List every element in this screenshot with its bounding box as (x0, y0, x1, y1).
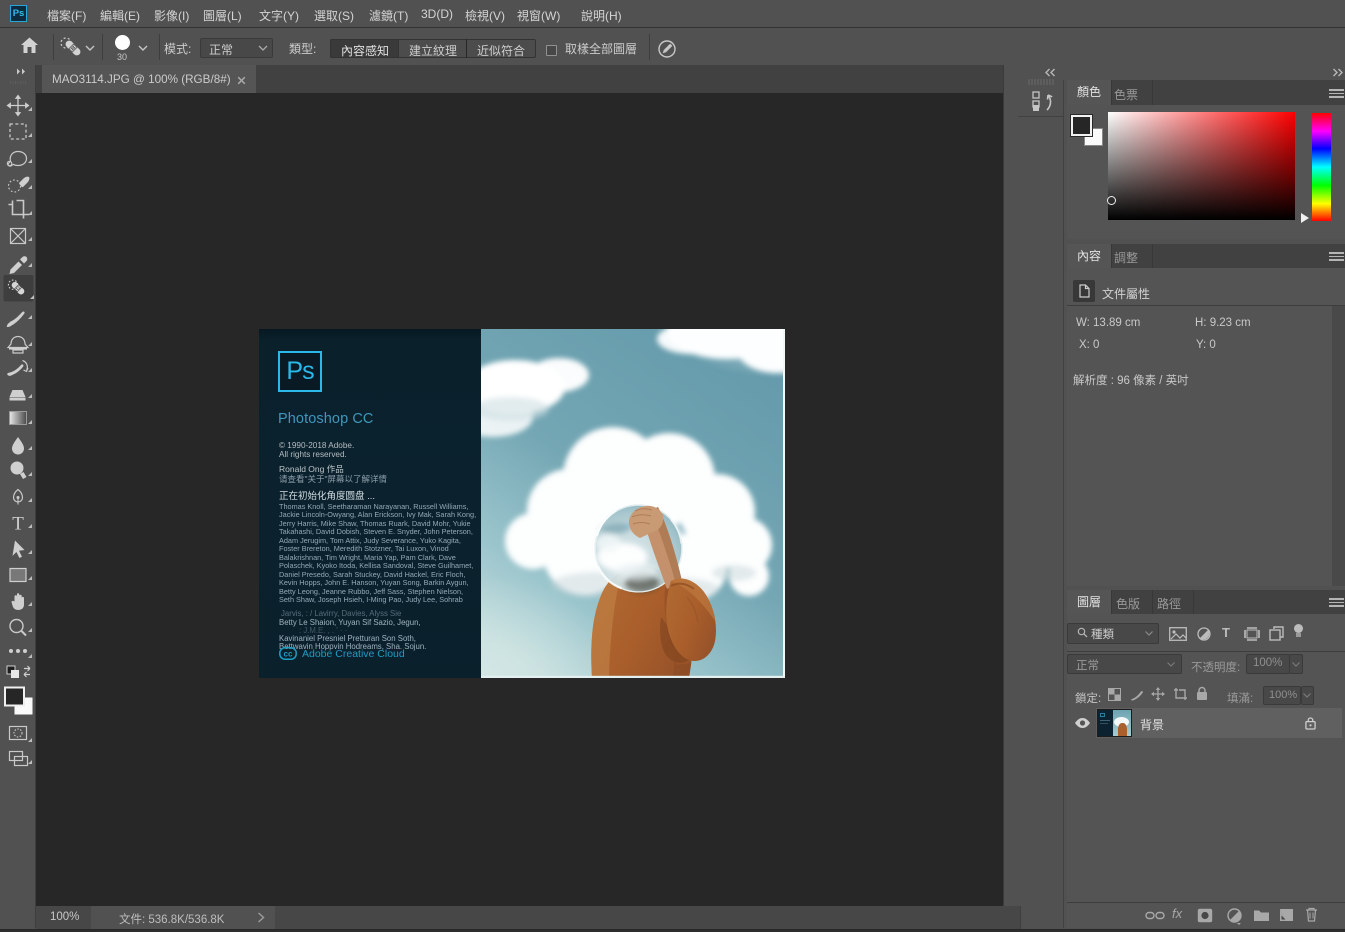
svg-text:T: T (12, 514, 24, 535)
svg-text:cc: cc (284, 650, 293, 659)
